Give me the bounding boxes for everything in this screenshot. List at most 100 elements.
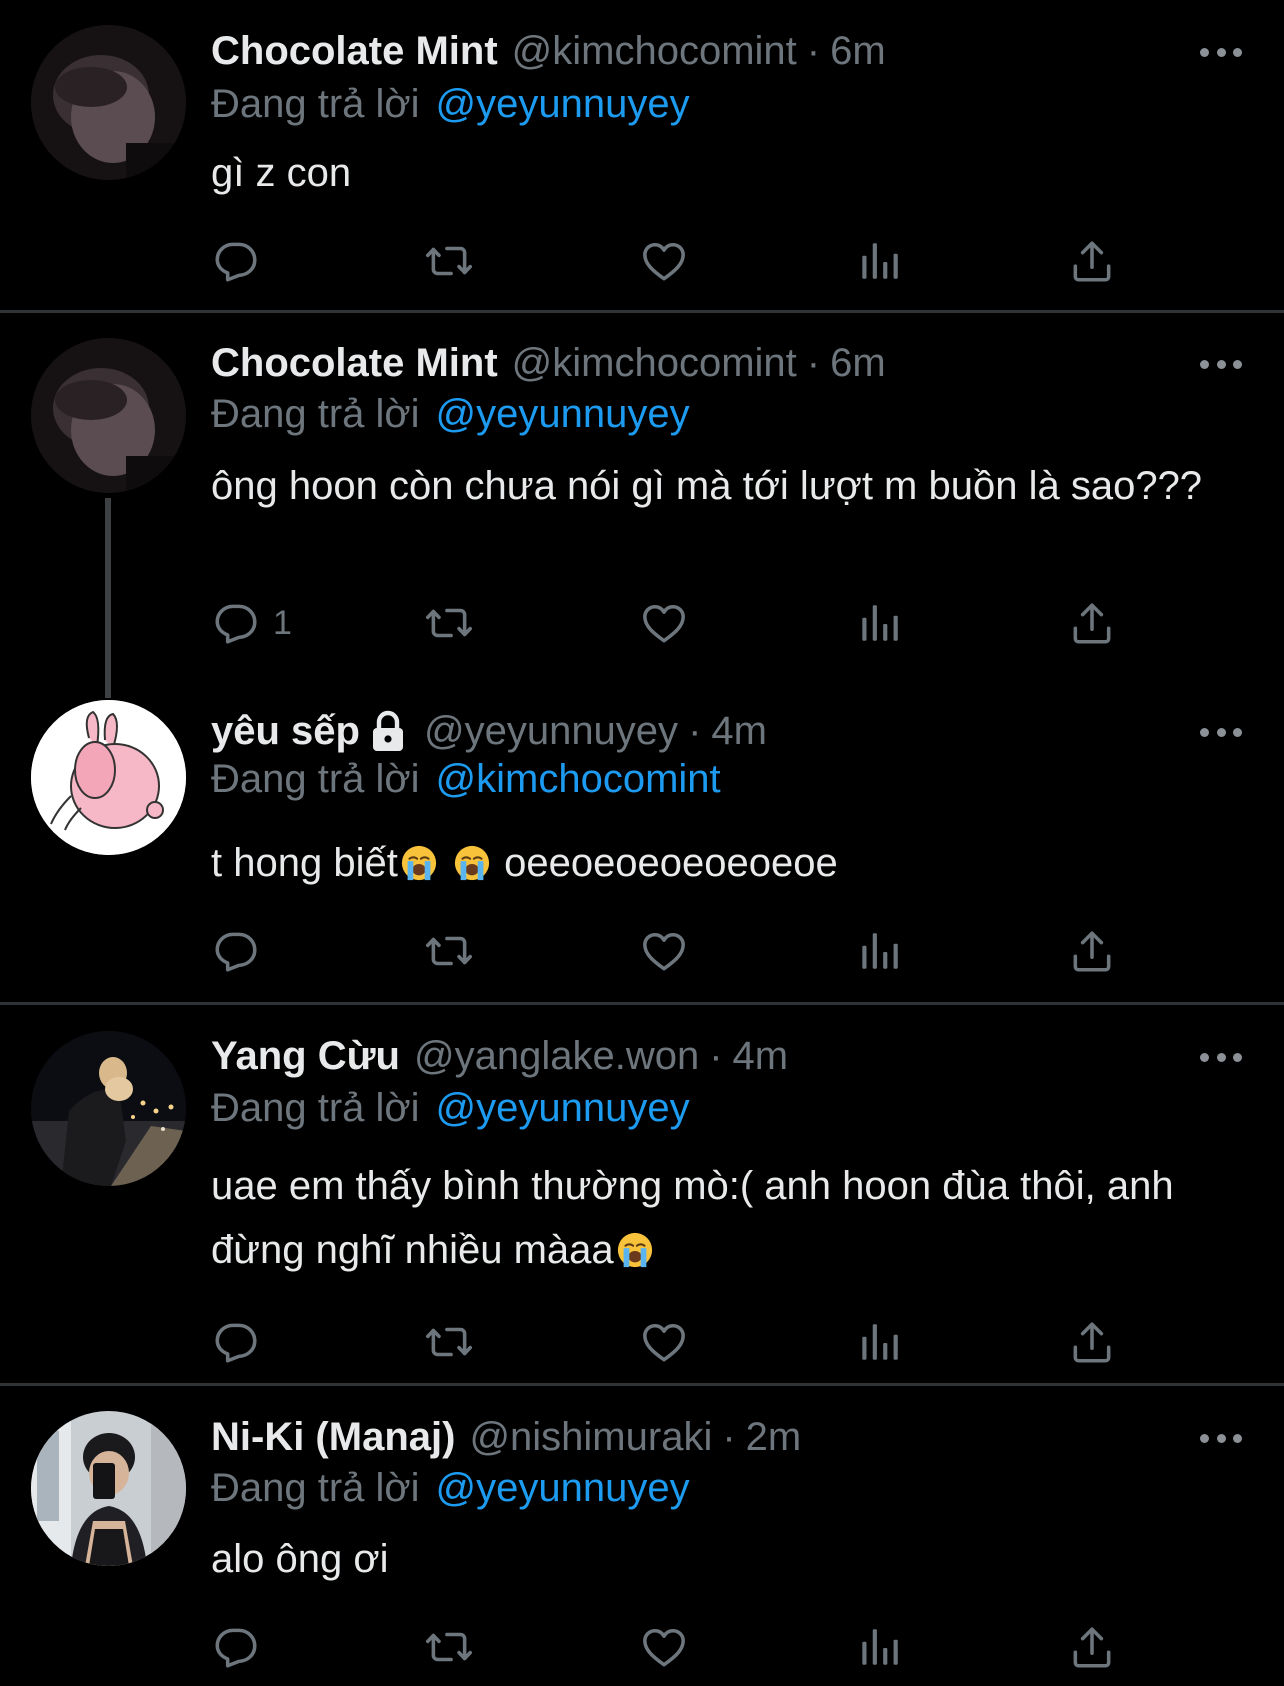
user-handle[interactable]: @kimchocomint xyxy=(512,341,797,386)
replying-to: Đang trả lời @yeyunnuyey xyxy=(211,388,690,440)
tweet-header: Chocolate Mint @kimchocomint · 6m xyxy=(211,23,886,79)
more-icon[interactable] xyxy=(1200,1431,1242,1445)
user-handle[interactable]: @kimchocomint xyxy=(512,29,797,74)
lock-icon xyxy=(372,710,403,751)
timestamp[interactable]: 6m xyxy=(830,29,886,74)
stats-button[interactable] xyxy=(854,1314,904,1370)
reply-button[interactable] xyxy=(211,923,261,979)
tweet-header: Chocolate Mint @kimchocomint · 6m xyxy=(211,335,886,391)
action-bar xyxy=(211,923,1211,979)
avatar[interactable] xyxy=(31,1411,186,1566)
more-icon[interactable] xyxy=(1200,1050,1242,1064)
reply-button[interactable]: 1 xyxy=(211,595,292,651)
retweet-button[interactable] xyxy=(424,1619,474,1675)
share-icon xyxy=(1067,1317,1117,1367)
stats-icon xyxy=(854,236,904,286)
mention-link[interactable]: @yeyunnuyey xyxy=(436,1466,690,1511)
retweet-button[interactable] xyxy=(424,1314,474,1370)
share-button[interactable] xyxy=(1067,923,1117,979)
separator-dot: · xyxy=(722,1414,736,1459)
display-name[interactable]: yêu sếp xyxy=(211,709,360,754)
mention-link[interactable]: @yeyunnuyey xyxy=(436,392,690,437)
retweet-button[interactable] xyxy=(424,923,474,979)
avatar[interactable] xyxy=(31,700,186,855)
like-button[interactable] xyxy=(639,233,689,289)
share-icon xyxy=(1067,236,1117,286)
more-icon[interactable] xyxy=(1200,357,1242,371)
tweet-text: ông hoon còn chưa nói gì mà tới lượt m b… xyxy=(211,464,1203,508)
timestamp[interactable]: 4m xyxy=(733,1034,789,1079)
stats-button[interactable] xyxy=(854,1619,904,1675)
display-name[interactable]: Yang Cừu xyxy=(211,1034,400,1079)
retweet-button[interactable] xyxy=(424,595,474,651)
separator-dot: · xyxy=(806,28,821,73)
stats-button[interactable] xyxy=(854,233,904,289)
replying-prefix: Đang trả lời xyxy=(211,391,420,436)
share-button[interactable] xyxy=(1067,1619,1117,1675)
reply-icon xyxy=(211,598,261,648)
tweet[interactable]: Yang Cừu @yanglake.won · 4m Đang trả lời… xyxy=(0,1005,1284,1385)
display-name[interactable]: Ni-Ki (Manaj) xyxy=(211,1415,455,1460)
crying-face-emoji xyxy=(616,1231,654,1269)
stats-button[interactable] xyxy=(854,595,904,651)
more-icon[interactable] xyxy=(1200,725,1242,739)
user-handle[interactable]: @yeyunnuyey xyxy=(424,709,678,754)
tweet-feed: Chocolate Mint @kimchocomint · 6m Đang t… xyxy=(0,0,1284,1686)
stats-button[interactable] xyxy=(854,923,904,979)
mention-link[interactable]: @kimchocomint xyxy=(436,757,721,802)
like-button[interactable] xyxy=(639,595,689,651)
separator-dot: · xyxy=(688,708,702,753)
retweet-icon xyxy=(424,598,474,648)
separator-dot: · xyxy=(806,340,821,385)
reply-button[interactable] xyxy=(211,1314,261,1370)
tweet[interactable]: Ni-Ki (Manaj) @nishimuraki · 2m Đang trả… xyxy=(0,1386,1284,1686)
text-segment: uae em thấy bình thường mò:( anh hoon đù… xyxy=(211,1164,1174,1272)
retweet-icon xyxy=(424,1622,474,1672)
tweet-text: uae em thấy bình thường mò:( anh hoon đù… xyxy=(211,1154,1221,1282)
timestamp[interactable]: 2m xyxy=(746,1415,802,1460)
stats-icon xyxy=(854,926,904,976)
tweet-header: Yang Cừu @yanglake.won · 4m xyxy=(211,1028,788,1084)
share-button[interactable] xyxy=(1067,233,1117,289)
more-icon[interactable] xyxy=(1200,45,1242,59)
like-button[interactable] xyxy=(639,923,689,979)
share-icon xyxy=(1067,598,1117,648)
tweet-text: gì z con xyxy=(211,151,352,195)
tweet-header: yêu sếp @yeyunnuyey · 4m xyxy=(211,703,767,759)
retweet-button[interactable] xyxy=(424,233,474,289)
share-icon xyxy=(1067,926,1117,976)
avatar[interactable] xyxy=(31,338,186,493)
retweet-icon xyxy=(424,1317,474,1367)
tweet[interactable]: Chocolate Mint @kimchocomint · 6m Đang t… xyxy=(0,0,1284,312)
reply-button[interactable] xyxy=(211,1619,261,1675)
action-bar xyxy=(211,1314,1211,1370)
mention-link[interactable]: @yeyunnuyey xyxy=(436,1086,690,1131)
reply-button[interactable] xyxy=(211,233,261,289)
stats-icon xyxy=(854,1622,904,1672)
replying-to: Đang trả lời @yeyunnuyey xyxy=(211,1082,690,1134)
display-name[interactable]: Chocolate Mint xyxy=(211,29,498,74)
user-handle[interactable]: @yanglake.won xyxy=(414,1034,699,1079)
timestamp[interactable]: 4m xyxy=(711,709,767,754)
like-button[interactable] xyxy=(639,1619,689,1675)
share-icon xyxy=(1067,1622,1117,1672)
reply-icon xyxy=(211,1622,261,1672)
retweet-icon xyxy=(424,926,474,976)
user-handle[interactable]: @nishimuraki xyxy=(469,1415,712,1460)
avatar[interactable] xyxy=(31,25,186,180)
heart-icon xyxy=(639,598,689,648)
like-button[interactable] xyxy=(639,1314,689,1370)
tweet[interactable]: Chocolate Mint @kimchocomint · 6m Đang t… xyxy=(0,313,1284,698)
reply-icon xyxy=(211,1317,261,1367)
retweet-icon xyxy=(424,236,474,286)
tweet[interactable]: yêu sếp @yeyunnuyey · 4m Đang trả lời @k… xyxy=(0,683,1284,1003)
share-button[interactable] xyxy=(1067,595,1117,651)
share-button[interactable] xyxy=(1067,1314,1117,1370)
mention-link[interactable]: @yeyunnuyey xyxy=(436,82,690,127)
replying-to: Đang trả lời @yeyunnuyey xyxy=(211,78,690,130)
action-bar xyxy=(211,1619,1211,1675)
avatar[interactable] xyxy=(31,1031,186,1186)
display-name[interactable]: Chocolate Mint xyxy=(211,341,498,386)
separator-dot: · xyxy=(709,1033,723,1078)
timestamp[interactable]: 6m xyxy=(830,341,886,386)
